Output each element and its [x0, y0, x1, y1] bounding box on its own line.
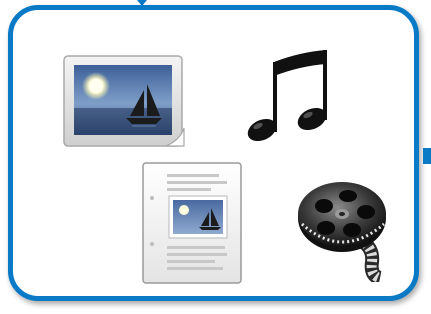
- media-types-panel-stage: [0, 0, 431, 314]
- connector-right-stub: [423, 148, 431, 164]
- film-reel-icon: [296, 178, 392, 282]
- image-icon: [62, 54, 186, 150]
- music-note-icon: [244, 44, 336, 144]
- document-icon: [139, 160, 245, 286]
